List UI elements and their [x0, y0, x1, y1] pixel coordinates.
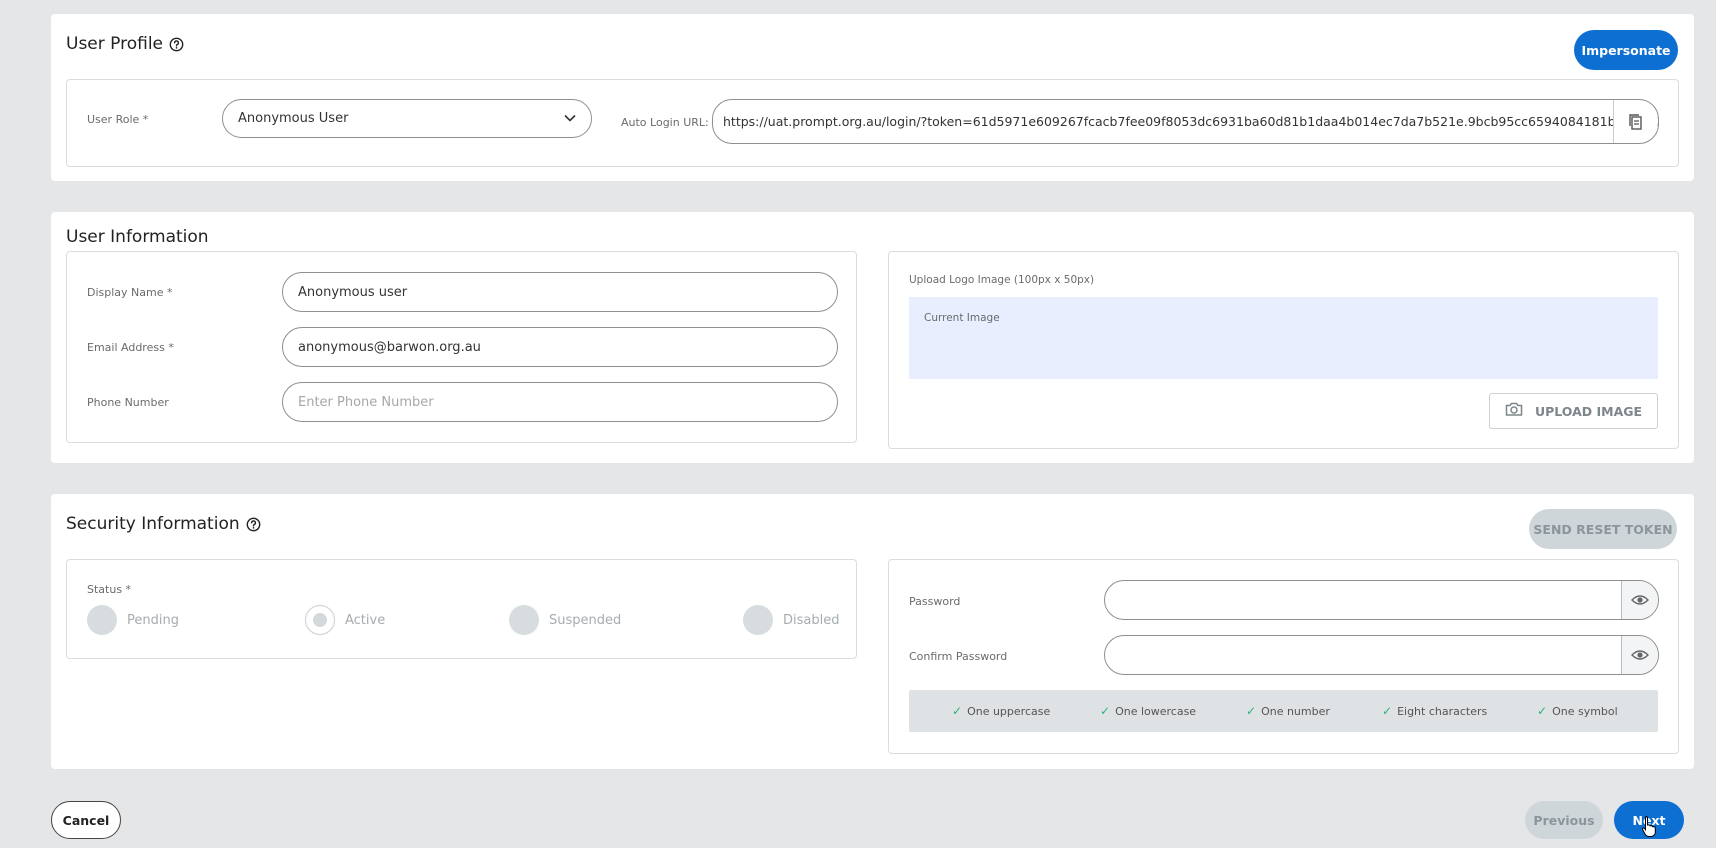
status-panel: Status * Pending Active Suspended Disabl…	[66, 559, 857, 659]
display-name-input[interactable]: Anonymous user	[282, 272, 838, 312]
status-option-suspended[interactable]: Suspended	[509, 605, 621, 635]
email-input[interactable]: anonymous@barwon.org.au	[282, 327, 838, 367]
auto-login-label: Auto Login URL:	[621, 116, 709, 129]
camera-icon	[1505, 401, 1523, 421]
help-icon[interactable]	[246, 517, 261, 532]
password-panel: Password Confirm Password ✓ One uppercas…	[888, 559, 1679, 754]
confirm-password-label: Confirm Password	[909, 650, 1008, 663]
display-name-label: Display Name *	[87, 286, 173, 299]
phone-input[interactable]: Enter Phone Number	[282, 382, 838, 422]
security-information-card: Security Information SEND RESET TOKEN St…	[51, 494, 1694, 769]
user-role-value: Anonymous User	[238, 111, 349, 126]
impersonate-button[interactable]: Impersonate	[1574, 30, 1678, 70]
status-option-label: Pending	[127, 612, 179, 628]
auto-login-url-field[interactable]: https://uat.prompt.org.au/login/?token=6…	[712, 99, 1659, 144]
eye-icon[interactable]	[1621, 636, 1658, 674]
logo-upload-panel: Upload Logo Image (100px x 50px) Current…	[888, 251, 1679, 449]
cursor-icon	[1640, 815, 1658, 837]
status-option-label: Suspended	[549, 612, 622, 628]
requirement-label: One symbol	[1552, 704, 1618, 718]
password-label: Password	[909, 595, 961, 608]
user-profile-heading: User Profile	[66, 34, 184, 54]
upload-image-button[interactable]: UPLOAD IMAGE	[1489, 393, 1658, 429]
requirement-eight-characters: ✓ Eight characters	[1382, 704, 1487, 718]
user-information-card: User Information Display Name * Anonymou…	[51, 212, 1694, 463]
radio-button[interactable]	[305, 605, 335, 635]
check-icon: ✓	[952, 704, 963, 718]
requirement-label: One uppercase	[967, 704, 1051, 718]
radio-button[interactable]	[87, 605, 117, 635]
eye-icon[interactable]	[1621, 581, 1658, 619]
upload-image-label: UPLOAD IMAGE	[1534, 403, 1643, 419]
requirement-lowercase: ✓ One lowercase	[1100, 704, 1196, 718]
user-details-panel: Display Name * Anonymous user Email Addr…	[66, 251, 857, 443]
password-input[interactable]	[1104, 580, 1659, 620]
requirement-label: Eight characters	[1397, 704, 1488, 718]
current-image-area: Current Image	[909, 297, 1658, 379]
help-icon[interactable]	[169, 37, 184, 52]
logo-upload-label: Upload Logo Image (100px x 50px)	[909, 274, 1095, 286]
previous-button[interactable]: Previous	[1525, 801, 1603, 839]
requirement-symbol: ✓ One symbol	[1537, 704, 1618, 718]
copy-icon[interactable]	[1613, 100, 1658, 143]
status-option-disabled[interactable]: Disabled	[743, 605, 839, 635]
password-requirements: ✓ One uppercase ✓ One lowercase ✓ One nu…	[909, 690, 1658, 732]
user-role-select[interactable]: Anonymous User	[222, 99, 592, 138]
user-profile-title: User Profile	[66, 34, 164, 54]
send-reset-token-button[interactable]: SEND RESET TOKEN	[1529, 509, 1677, 549]
requirement-label: One number	[1261, 704, 1330, 718]
user-profile-panel: User Role * Anonymous User Auto Login UR…	[66, 79, 1679, 167]
chevron-down-icon	[564, 111, 576, 126]
check-icon: ✓	[1100, 704, 1111, 718]
security-heading: Security Information	[66, 514, 261, 534]
check-icon: ✓	[1246, 704, 1257, 718]
email-label: Email Address *	[87, 341, 174, 354]
requirement-label: One lowercase	[1115, 704, 1197, 718]
user-role-label: User Role *	[87, 113, 149, 126]
radio-button[interactable]	[743, 605, 773, 635]
status-option-active[interactable]: Active	[305, 605, 385, 635]
confirm-password-input[interactable]	[1104, 635, 1659, 675]
status-option-label: Active	[345, 612, 386, 628]
auto-login-url-value: https://uat.prompt.org.au/login/?token=6…	[723, 114, 1659, 129]
status-label: Status *	[87, 583, 132, 596]
user-profile-card: User Profile Impersonate User Role * Ano…	[51, 14, 1694, 181]
status-option-pending[interactable]: Pending	[87, 605, 179, 635]
requirement-number: ✓ One number	[1246, 704, 1330, 718]
radio-button[interactable]	[509, 605, 539, 635]
phone-label: Phone Number	[87, 396, 169, 409]
current-image-label: Current Image	[924, 312, 1000, 324]
security-title: Security Information	[66, 514, 240, 534]
check-icon: ✓	[1537, 704, 1548, 718]
user-information-title: User Information	[66, 227, 209, 247]
requirement-uppercase: ✓ One uppercase	[952, 704, 1050, 718]
cancel-button[interactable]: Cancel	[51, 801, 121, 839]
check-icon: ✓	[1382, 704, 1393, 718]
status-option-label: Disabled	[783, 612, 840, 628]
